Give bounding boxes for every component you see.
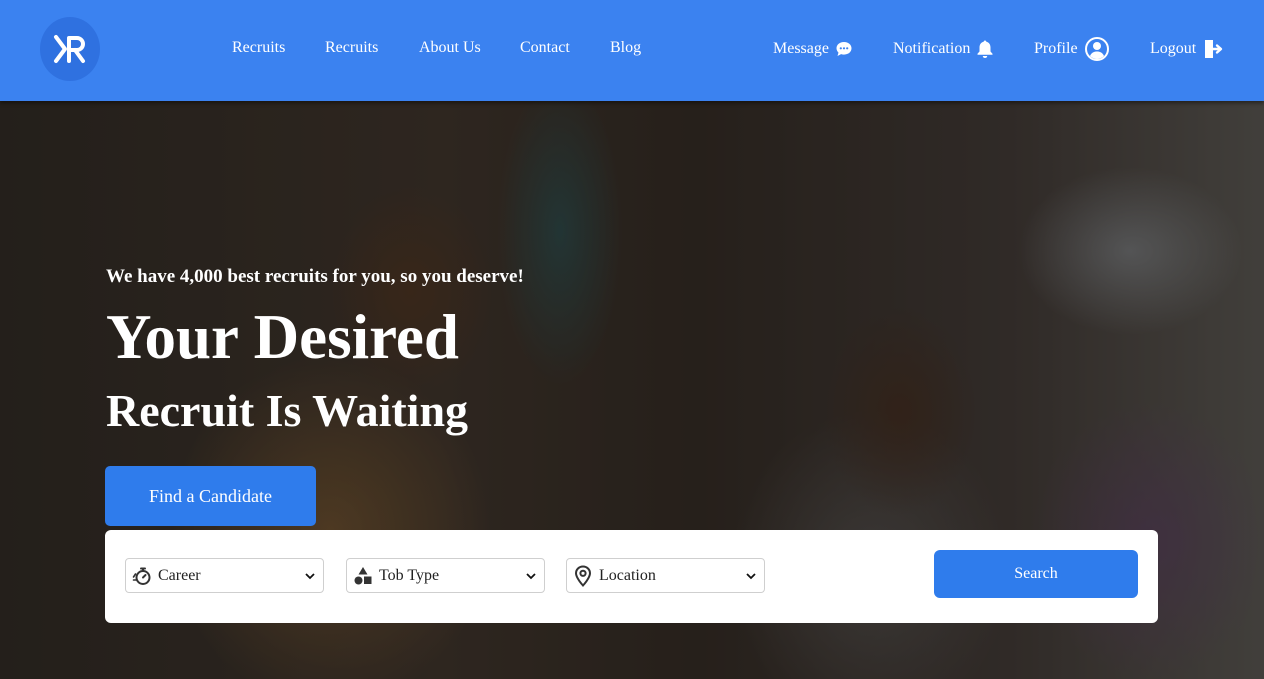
hero-tagline: We have 4,000 best recruits for you, so … [106, 266, 524, 287]
nav-link-recruits[interactable]: Recruits [232, 39, 285, 57]
xr-logo-icon [54, 35, 85, 63]
nav-link-about-us[interactable]: About Us [419, 39, 481, 57]
map-pin-icon [574, 564, 592, 587]
career-select-value: Career [158, 566, 201, 584]
logout-label: Logout [1150, 40, 1197, 57]
bell-icon [977, 40, 993, 58]
logout-icon [1205, 40, 1223, 58]
logout-link[interactable]: Logout [1150, 36, 1224, 62]
hero-title-line2: Recruit Is Waiting [106, 385, 469, 436]
notification-label: Notification [893, 40, 971, 57]
notification-link[interactable]: Notification [893, 36, 994, 62]
message-link[interactable]: Message [773, 36, 853, 62]
career-select[interactable]: Career [125, 558, 324, 593]
profile-label: Profile [1034, 40, 1078, 57]
user-circle-icon [1084, 37, 1109, 61]
shapes-icon [354, 566, 372, 584]
top-navbar: Recruits Recruits About Us Contact Blog … [0, 0, 1264, 101]
profile-link[interactable]: Profile [1034, 36, 1110, 62]
chevron-down-icon [746, 572, 756, 579]
chevron-down-icon [305, 572, 315, 579]
location-select[interactable]: Location [566, 558, 765, 593]
message-label: Message [773, 40, 829, 57]
search-panel: Career Tob Type Location Search [105, 530, 1158, 623]
brand-logo[interactable] [40, 17, 100, 81]
find-candidate-button[interactable]: Find a Candidate [105, 466, 316, 526]
chat-bubble-icon [836, 42, 852, 56]
job-type-select[interactable]: Tob Type [346, 558, 545, 593]
job-type-select-value: Tob Type [379, 566, 440, 584]
stopwatch-icon [132, 567, 151, 585]
search-button[interactable]: Search [934, 550, 1138, 598]
nav-link-contact[interactable]: Contact [520, 39, 570, 57]
chevron-down-icon [526, 572, 536, 579]
hero-title-line1: Your Desired [106, 302, 459, 372]
hero-section: We have 4,000 best recruits for you, so … [0, 101, 1264, 679]
location-select-value: Location [599, 566, 656, 584]
nav-link-recruits-2[interactable]: Recruits [325, 39, 378, 57]
nav-link-blog[interactable]: Blog [610, 39, 641, 57]
